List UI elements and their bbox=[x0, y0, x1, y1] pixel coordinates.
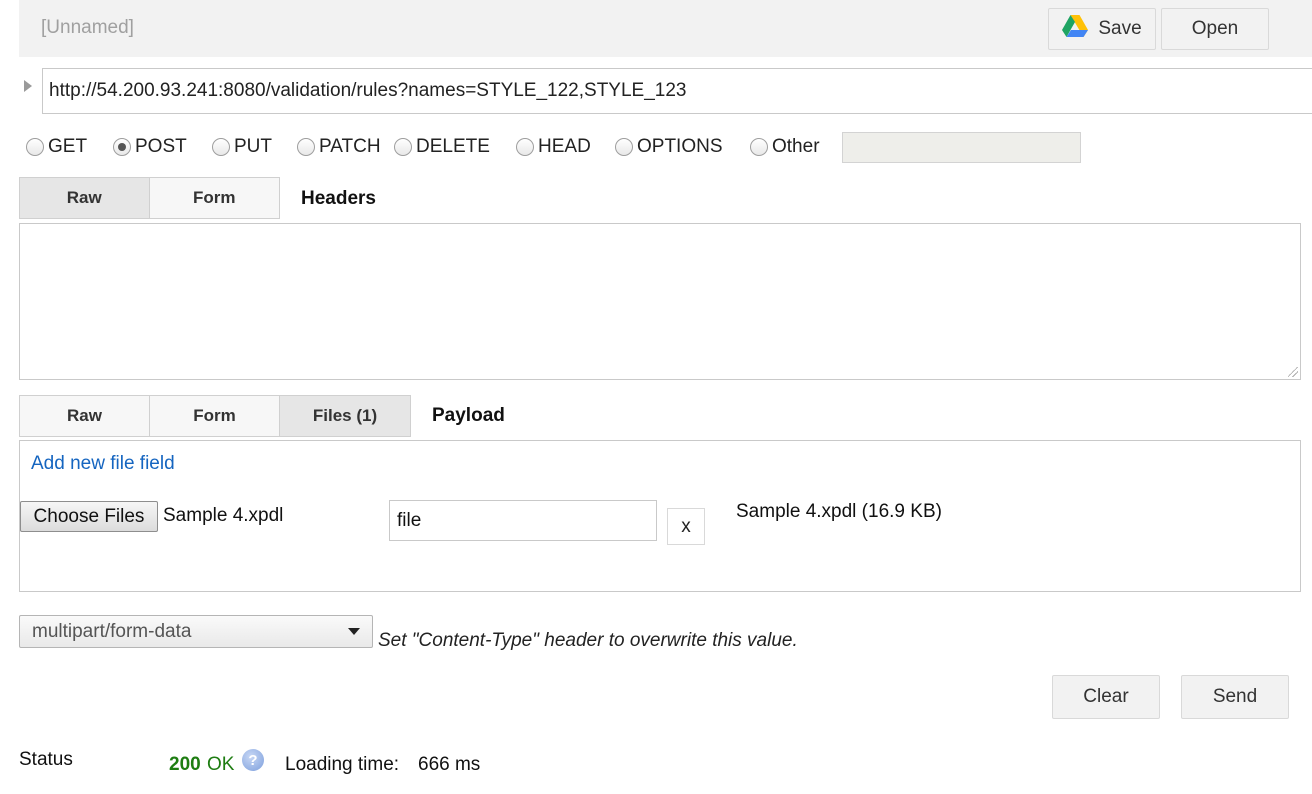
headers-tab-raw[interactable]: Raw bbox=[20, 178, 150, 218]
method-other[interactable]: Other bbox=[750, 136, 820, 158]
payload-tab-form[interactable]: Form bbox=[150, 396, 280, 436]
loading-time-label: Loading time: bbox=[285, 754, 400, 775]
url-input[interactable] bbox=[42, 68, 1312, 114]
radio-put[interactable] bbox=[212, 138, 230, 156]
payload-tabs: Raw Form Files (1) bbox=[19, 395, 411, 437]
resize-handle[interactable] bbox=[1288, 367, 1298, 377]
radio-delete[interactable] bbox=[394, 138, 412, 156]
file-field-name-input[interactable] bbox=[389, 500, 657, 541]
radio-get[interactable] bbox=[26, 138, 44, 156]
radio-options[interactable] bbox=[615, 138, 633, 156]
add-file-field-link[interactable]: Add new file field bbox=[31, 453, 175, 475]
loading-time-value: 666 ms bbox=[418, 754, 481, 775]
method-put[interactable]: PUT bbox=[212, 136, 272, 158]
headers-label: Headers bbox=[301, 188, 376, 209]
status-label: Status bbox=[19, 749, 73, 770]
content-type-value: multipart/form-data bbox=[32, 620, 192, 642]
radio-post[interactable] bbox=[113, 138, 131, 156]
remove-file-button[interactable]: x bbox=[667, 508, 705, 545]
help-icon[interactable]: ? bbox=[242, 749, 264, 771]
other-method-input[interactable] bbox=[842, 132, 1081, 163]
expand-arrow-icon[interactable] bbox=[24, 80, 32, 92]
payload-label: Payload bbox=[432, 405, 505, 426]
method-get[interactable]: GET bbox=[26, 136, 87, 158]
method-options[interactable]: OPTIONS bbox=[615, 136, 723, 158]
method-patch[interactable]: PATCH bbox=[297, 136, 381, 158]
request-title[interactable]: [Unnamed] bbox=[41, 17, 134, 39]
files-panel: Add new file field Choose Files Sample 4… bbox=[19, 440, 1301, 592]
open-button[interactable]: Open bbox=[1161, 8, 1269, 50]
content-type-select[interactable]: multipart/form-data bbox=[19, 615, 373, 648]
choose-files-button[interactable]: Choose Files bbox=[20, 501, 158, 532]
send-button[interactable]: Send bbox=[1181, 675, 1289, 719]
method-head[interactable]: HEAD bbox=[516, 136, 591, 158]
radio-patch[interactable] bbox=[297, 138, 315, 156]
google-drive-icon bbox=[1062, 15, 1089, 43]
headers-tab-form[interactable]: Form bbox=[149, 178, 279, 218]
headers-tabs: Raw Form bbox=[19, 177, 280, 219]
file-info: Sample 4.xpdl (16.9 KB) bbox=[736, 501, 942, 522]
payload-tab-raw[interactable]: Raw bbox=[20, 396, 150, 436]
payload-tab-files[interactable]: Files (1) bbox=[280, 396, 410, 436]
method-delete[interactable]: DELETE bbox=[394, 136, 490, 158]
chevron-down-icon bbox=[348, 628, 360, 635]
method-post[interactable]: POST bbox=[113, 136, 187, 158]
chosen-file-name: Sample 4.xpdl bbox=[163, 505, 284, 526]
radio-head[interactable] bbox=[516, 138, 534, 156]
headers-textarea[interactable] bbox=[19, 223, 1301, 380]
clear-button[interactable]: Clear bbox=[1052, 675, 1160, 719]
radio-other[interactable] bbox=[750, 138, 768, 156]
save-label: Save bbox=[1098, 18, 1142, 39]
save-button[interactable]: Save bbox=[1048, 8, 1156, 50]
content-type-note: Set "Content-Type" header to overwrite t… bbox=[378, 630, 798, 651]
status-text: OK bbox=[207, 754, 235, 775]
status-code: 200 bbox=[169, 754, 201, 775]
